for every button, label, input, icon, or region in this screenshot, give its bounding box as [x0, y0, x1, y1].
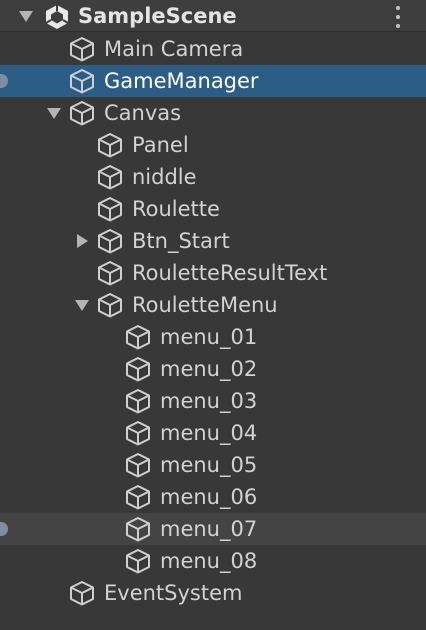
hierarchy-item-rouletteresulttext[interactable]: RouletteResultText — [0, 257, 426, 289]
hierarchy-item-label: Main Camera — [104, 37, 244, 61]
hierarchy-item-menu-08[interactable]: menu_08 — [0, 545, 426, 577]
chevron-down-icon[interactable] — [47, 107, 61, 119]
hierarchy-item-menu-03[interactable]: menu_03 — [0, 385, 426, 417]
hierarchy-item-label: menu_02 — [160, 357, 258, 381]
hierarchy-item-label: Panel — [132, 133, 189, 157]
hierarchy-item-label: menu_01 — [160, 325, 258, 349]
row-drag-handle[interactable] — [0, 74, 8, 88]
chevron-down-icon[interactable] — [19, 10, 33, 22]
foldout-arrow[interactable] — [72, 225, 92, 257]
gameobject-cube-icon — [96, 164, 124, 190]
hierarchy-item-menu-07[interactable]: menu_07 — [0, 513, 426, 545]
chevron-right-icon[interactable] — [76, 234, 88, 248]
kebab-menu-icon[interactable] — [388, 6, 408, 28]
scene-title: SampleScene — [78, 4, 237, 28]
hierarchy-item-roulettemenu[interactable]: RouletteMenu — [0, 289, 426, 321]
foldout-arrow[interactable] — [72, 289, 92, 321]
gameobject-cube-icon — [96, 228, 124, 254]
hierarchy-panel: SampleScene Main Camera GameManager Canvas… — [0, 0, 426, 630]
hierarchy-item-label: Canvas — [104, 101, 182, 125]
hierarchy-item-eventsystem[interactable]: EventSystem — [0, 577, 426, 609]
gameobject-cube-icon — [124, 420, 152, 446]
hierarchy-item-label: menu_08 — [160, 549, 258, 573]
scene-foldout-arrow[interactable] — [16, 0, 36, 32]
gameobject-cube-icon — [124, 356, 152, 382]
hierarchy-item-btn-start[interactable]: Btn_Start — [0, 225, 426, 257]
gameobject-cube-icon — [96, 196, 124, 222]
hierarchy-item-menu-05[interactable]: menu_05 — [0, 449, 426, 481]
row-drag-handle[interactable] — [0, 522, 8, 536]
gameobject-cube-icon — [124, 452, 152, 478]
chevron-down-icon[interactable] — [75, 299, 89, 311]
gameobject-cube-icon — [68, 580, 96, 606]
gameobject-cube-icon — [124, 548, 152, 574]
gameobject-cube-icon — [96, 260, 124, 286]
unity-scene-icon — [44, 4, 70, 30]
hierarchy-item-label: menu_06 — [160, 485, 258, 509]
hierarchy-item-label: menu_07 — [160, 517, 258, 541]
scene-header-row[interactable]: SampleScene — [0, 0, 426, 32]
hierarchy-item-label: Btn_Start — [132, 229, 230, 253]
hierarchy-item-label: menu_04 — [160, 421, 258, 445]
foldout-arrow[interactable] — [44, 97, 64, 129]
hierarchy-item-menu-02[interactable]: menu_02 — [0, 353, 426, 385]
gameobject-cube-icon — [68, 36, 96, 62]
hierarchy-item-label: RouletteResultText — [132, 261, 328, 285]
hierarchy-item-roulette[interactable]: Roulette — [0, 193, 426, 225]
hierarchy-item-label: GameManager — [104, 69, 259, 93]
gameobject-cube-icon — [124, 516, 152, 542]
hierarchy-item-menu-01[interactable]: menu_01 — [0, 321, 426, 353]
gameobject-cube-icon — [124, 484, 152, 510]
hierarchy-item-label: Roulette — [132, 197, 220, 221]
hierarchy-item-main-camera[interactable]: Main Camera — [0, 33, 426, 65]
hierarchy-item-label: menu_05 — [160, 453, 258, 477]
gameobject-cube-icon — [124, 388, 152, 414]
hierarchy-item-label: menu_03 — [160, 389, 258, 413]
gameobject-cube-icon — [68, 68, 96, 94]
hierarchy-item-canvas[interactable]: Canvas — [0, 97, 426, 129]
gameobject-cube-icon — [96, 132, 124, 158]
hierarchy-item-menu-06[interactable]: menu_06 — [0, 481, 426, 513]
hierarchy-item-label: EventSystem — [104, 581, 243, 605]
hierarchy-item-label: niddle — [132, 165, 197, 189]
hierarchy-item-gamemanager[interactable]: GameManager — [0, 65, 426, 97]
hierarchy-item-niddle[interactable]: niddle — [0, 161, 426, 193]
hierarchy-item-panel[interactable]: Panel — [0, 129, 426, 161]
gameobject-cube-icon — [68, 100, 96, 126]
hierarchy-item-label: RouletteMenu — [132, 293, 278, 317]
gameobject-cube-icon — [96, 292, 124, 318]
gameobject-cube-icon — [124, 324, 152, 350]
hierarchy-item-menu-04[interactable]: menu_04 — [0, 417, 426, 449]
